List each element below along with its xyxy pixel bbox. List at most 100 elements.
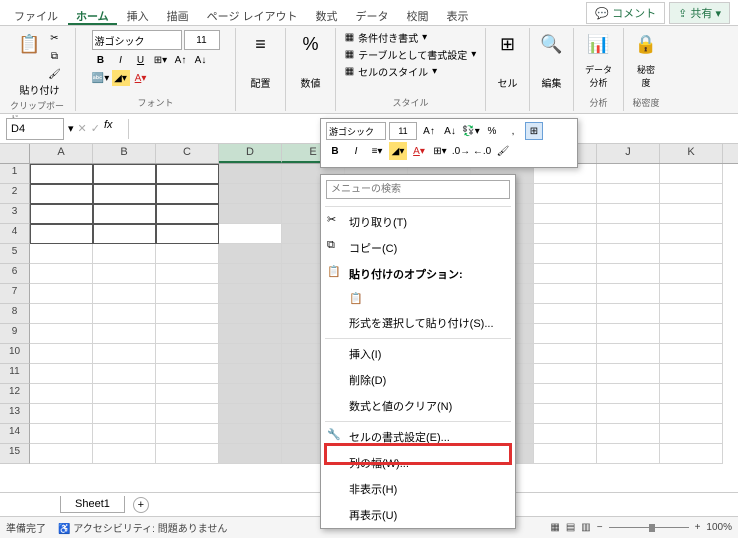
context-paste-icon-button[interactable]: 📋: [321, 287, 515, 310]
cell[interactable]: [660, 344, 723, 364]
col-a[interactable]: A: [30, 144, 93, 163]
row-head-5[interactable]: 5: [0, 244, 30, 264]
row-head-15[interactable]: 15: [0, 444, 30, 464]
context-format-cells[interactable]: 🔧セルの書式設定(E)...: [321, 424, 515, 450]
row-head-8[interactable]: 8: [0, 304, 30, 324]
cell[interactable]: [93, 184, 156, 204]
mini-merge-icon[interactable]: ⊞: [525, 122, 543, 140]
cell[interactable]: [597, 304, 660, 324]
row-head-4[interactable]: 4: [0, 224, 30, 244]
cell[interactable]: [660, 324, 723, 344]
col-c[interactable]: C: [156, 144, 219, 163]
tab-home[interactable]: ホーム: [68, 4, 117, 25]
cell[interactable]: [219, 284, 282, 304]
cell[interactable]: [156, 184, 219, 204]
cell[interactable]: [219, 224, 282, 244]
cell[interactable]: [30, 364, 93, 384]
cell[interactable]: [30, 264, 93, 284]
view-break-icon[interactable]: ▥: [581, 522, 590, 533]
decrease-font-icon[interactable]: A↓: [192, 52, 210, 68]
cell[interactable]: [156, 364, 219, 384]
cell[interactable]: [30, 424, 93, 444]
cell[interactable]: [93, 364, 156, 384]
cell[interactable]: [93, 264, 156, 284]
cell[interactable]: [219, 164, 282, 184]
mini-dec-decrease[interactable]: ←.0: [473, 142, 491, 160]
cell[interactable]: [660, 224, 723, 244]
cell[interactable]: [660, 244, 723, 264]
cell[interactable]: [534, 404, 597, 424]
cell[interactable]: [597, 424, 660, 444]
cell[interactable]: [156, 224, 219, 244]
cell[interactable]: [219, 384, 282, 404]
cell[interactable]: [597, 224, 660, 244]
cell[interactable]: [597, 364, 660, 384]
cell[interactable]: [93, 424, 156, 444]
add-sheet-button[interactable]: +: [133, 497, 149, 513]
cell[interactable]: [219, 304, 282, 324]
cell[interactable]: [534, 384, 597, 404]
select-all-corner[interactable]: [0, 144, 30, 163]
cell[interactable]: [30, 344, 93, 364]
conditional-format-button[interactable]: ▦ 条件付き書式 ▾: [345, 30, 477, 45]
mini-fill-color[interactable]: ◢▾: [389, 142, 407, 160]
view-page-icon[interactable]: ▤: [566, 522, 575, 533]
cell[interactable]: [30, 324, 93, 344]
cell[interactable]: [660, 264, 723, 284]
cell[interactable]: [93, 224, 156, 244]
edit-icon[interactable]: 🔍: [538, 30, 566, 58]
cell[interactable]: [156, 204, 219, 224]
cell[interactable]: [93, 304, 156, 324]
cell[interactable]: [156, 344, 219, 364]
row-head-2[interactable]: 2: [0, 184, 30, 204]
row-head-13[interactable]: 13: [0, 404, 30, 424]
cell[interactable]: [156, 444, 219, 464]
cell[interactable]: [219, 444, 282, 464]
tab-view[interactable]: 表示: [439, 4, 477, 25]
mini-percent[interactable]: %: [483, 122, 501, 140]
border-button[interactable]: ⊞▾: [152, 52, 170, 68]
context-unhide[interactable]: 再表示(U): [321, 502, 515, 528]
zoom-slider[interactable]: [609, 527, 689, 528]
cell[interactable]: [93, 404, 156, 424]
cell[interactable]: [219, 204, 282, 224]
cell[interactable]: [660, 424, 723, 444]
row-head-6[interactable]: 6: [0, 264, 30, 284]
mini-format-painter[interactable]: 🖌: [494, 142, 512, 160]
mini-font-select[interactable]: [326, 122, 386, 140]
mini-align-icon[interactable]: ≡▾: [368, 142, 386, 160]
cell[interactable]: [30, 164, 93, 184]
context-search-input[interactable]: [326, 180, 510, 199]
cell[interactable]: [660, 304, 723, 324]
cell[interactable]: [660, 184, 723, 204]
fx-button[interactable]: fx: [104, 119, 124, 139]
cell[interactable]: [219, 184, 282, 204]
cell[interactable]: [156, 324, 219, 344]
cell[interactable]: [597, 204, 660, 224]
context-insert[interactable]: 挿入(I): [321, 341, 515, 367]
cell[interactable]: [30, 224, 93, 244]
increase-font-icon[interactable]: A↑: [172, 52, 190, 68]
cell[interactable]: [597, 344, 660, 364]
tab-review[interactable]: 校閲: [399, 4, 437, 25]
comments-button[interactable]: 💬 コメント: [586, 2, 665, 24]
cell[interactable]: [156, 244, 219, 264]
cells-icon[interactable]: ⊞: [494, 30, 522, 58]
format-painter-icon[interactable]: 🖌: [46, 66, 64, 82]
cell[interactable]: [534, 304, 597, 324]
mini-accounting-icon[interactable]: 💱▾: [462, 122, 480, 140]
cell[interactable]: [219, 344, 282, 364]
cell[interactable]: [219, 244, 282, 264]
paste-icon[interactable]: 📋: [16, 30, 44, 58]
cell-styles-button[interactable]: ▦ セルのスタイル ▾: [345, 64, 477, 79]
cell[interactable]: [93, 164, 156, 184]
col-k[interactable]: K: [660, 144, 723, 163]
mini-bold[interactable]: B: [326, 142, 344, 160]
cell[interactable]: [660, 444, 723, 464]
cell[interactable]: [660, 164, 723, 184]
zoom-out[interactable]: −: [597, 522, 603, 533]
mini-size-select[interactable]: [389, 122, 417, 140]
cell[interactable]: [156, 404, 219, 424]
mini-dec-increase[interactable]: .0→: [452, 142, 470, 160]
cell[interactable]: [156, 424, 219, 444]
